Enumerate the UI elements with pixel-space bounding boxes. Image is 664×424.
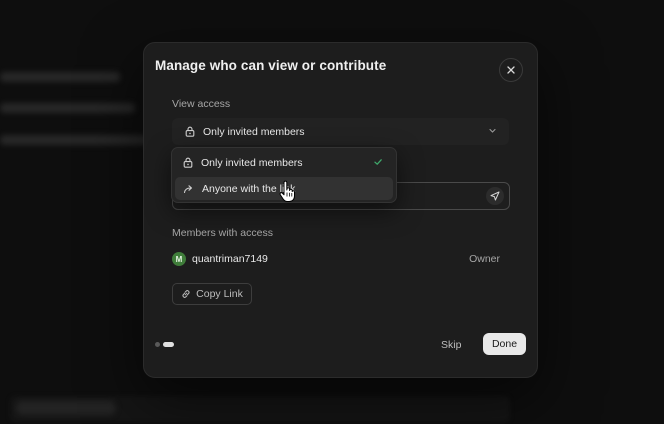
- background-text-line: [0, 135, 150, 145]
- copy-link-label: Copy Link: [196, 288, 243, 300]
- view-access-selected-value: Only invited members: [203, 125, 305, 138]
- chevron-down-icon: [489, 128, 496, 133]
- done-button[interactable]: Done: [483, 333, 526, 355]
- option-label: Only invited members: [201, 156, 303, 169]
- member-row: M quantriman7149 Owner: [172, 251, 500, 267]
- background-text-line: [0, 72, 120, 82]
- pagination-dot: [155, 342, 160, 347]
- dialog-title: Manage who can view or contribute: [155, 58, 387, 73]
- background-text-line: [0, 103, 135, 113]
- manage-access-dialog: Manage who can view or contribute View a…: [143, 42, 538, 378]
- view-access-label: View access: [172, 98, 231, 110]
- lock-icon: [183, 157, 193, 168]
- members-label: Members with access: [172, 227, 273, 239]
- send-icon: [490, 191, 500, 201]
- copy-link-button[interactable]: Copy Link: [172, 283, 252, 305]
- background-footer-button: [16, 401, 116, 415]
- member-name: quantriman7149: [192, 253, 268, 265]
- link-icon: [182, 290, 190, 298]
- avatar: M: [172, 252, 186, 266]
- send-invite-button[interactable]: [486, 187, 504, 205]
- hand-cursor-icon: [279, 180, 295, 202]
- member-role: Owner: [469, 253, 500, 265]
- pagination-dots: [155, 342, 174, 347]
- option-only-invited-members[interactable]: Only invited members: [175, 151, 393, 174]
- checkmark-icon: [374, 159, 382, 165]
- skip-button[interactable]: Skip: [441, 336, 461, 354]
- close-button[interactable]: [499, 58, 523, 82]
- view-access-select[interactable]: Only invited members: [172, 118, 509, 145]
- share-arrow-icon: [183, 184, 193, 193]
- close-icon: [507, 66, 515, 74]
- pagination-dot-active: [163, 342, 174, 347]
- lock-icon: [185, 126, 195, 137]
